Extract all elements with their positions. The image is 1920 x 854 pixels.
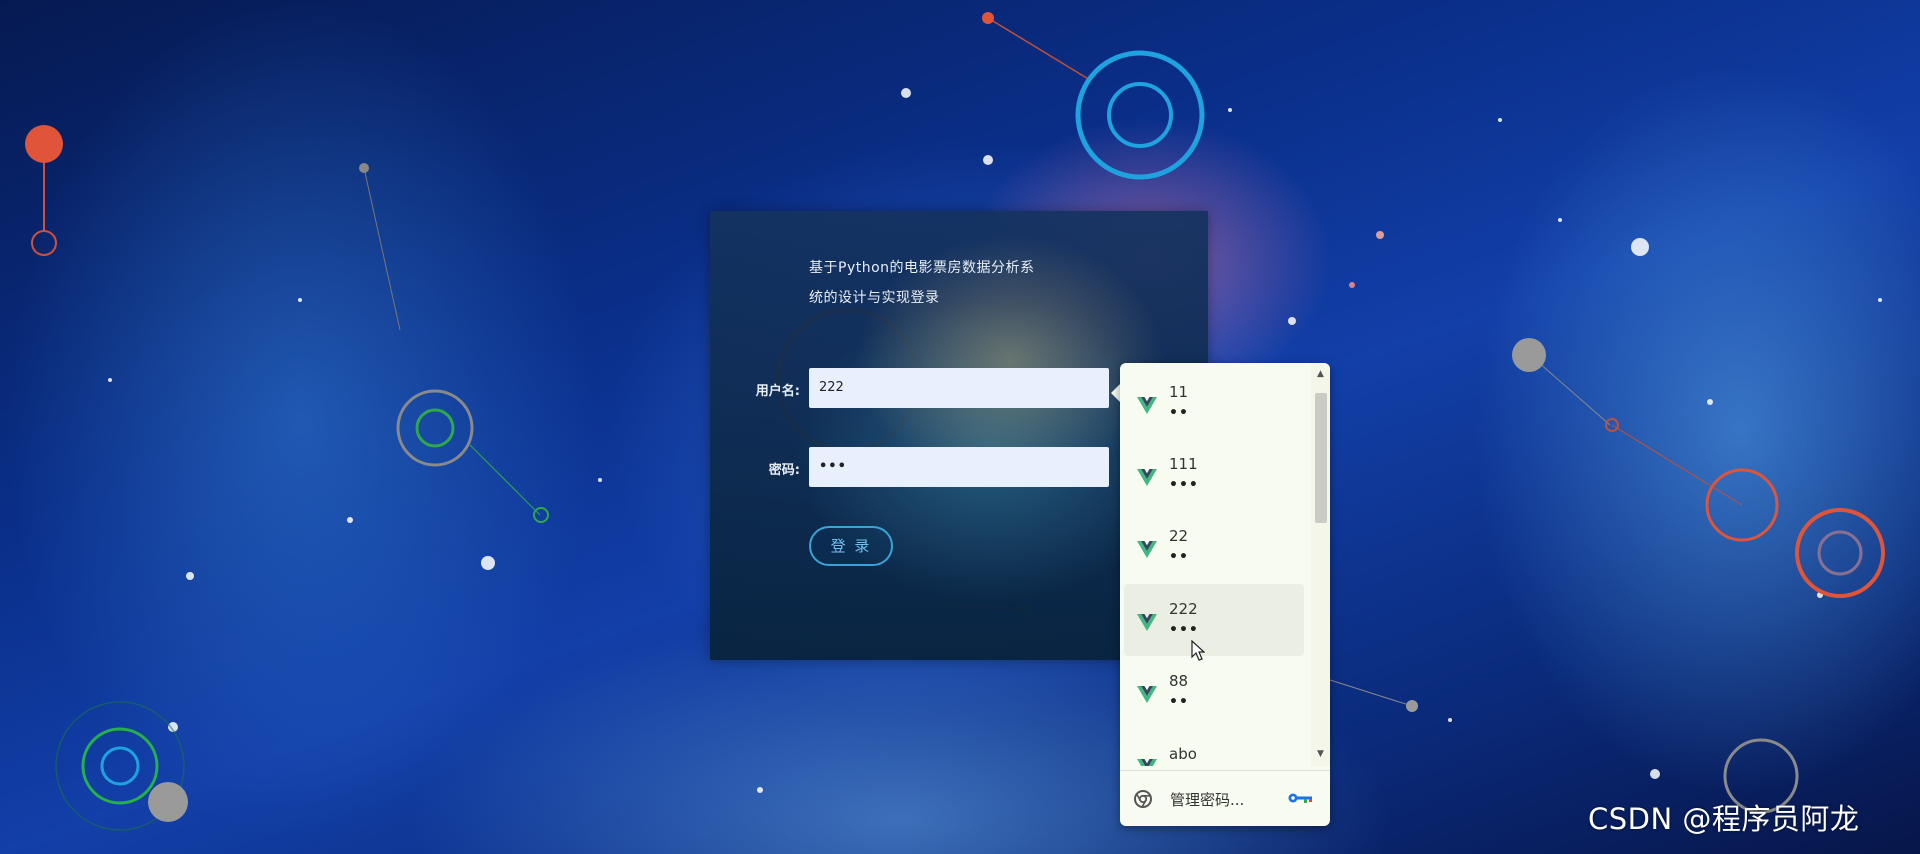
list-item-hovered[interactable]: 222 ••• <box>1124 584 1304 656</box>
list-item[interactable]: 111 ••• <box>1124 439 1304 511</box>
saved-username: 11 <box>1169 383 1189 401</box>
saved-username: 111 <box>1169 455 1198 473</box>
password-label: 密码: <box>768 463 800 478</box>
csdn-watermark: CSDN @程序员阿龙 <box>1588 802 1860 836</box>
saved-username: abo <box>1169 745 1197 763</box>
list-item[interactable]: 88 •• <box>1124 656 1304 728</box>
manage-passwords-row[interactable]: 管理密码... <box>1120 770 1330 826</box>
password-autofill-dropdown: 11 •• 111 ••• 22 •• 222 ••• 88 •• abo ▲ … <box>1120 363 1330 826</box>
chrome-icon <box>1134 790 1152 808</box>
key-icon <box>1288 793 1312 803</box>
username-label: 用户名: <box>755 384 800 399</box>
list-item[interactable]: abo <box>1124 729 1304 766</box>
saved-password-mask: ••• <box>1169 477 1199 493</box>
manage-passwords-label: 管理密码... <box>1170 791 1245 809</box>
vue-logo-icon <box>1137 397 1157 414</box>
page-title: 基于Python的电影票房数据分析系 统的设计与实现登录 <box>809 253 1064 313</box>
list-item[interactable]: 11 •• <box>1124 367 1304 439</box>
saved-username: 88 <box>1169 672 1189 690</box>
title-line-1: 基于Python的电影票房数据分析系 <box>809 260 1035 276</box>
dropdown-scrollbar[interactable]: ▲ ▼ <box>1311 363 1330 766</box>
saved-username: 22 <box>1169 527 1189 545</box>
scrollbar-thumb[interactable] <box>1315 393 1327 523</box>
saved-credentials-list: 11 •• 111 ••• 22 •• 222 ••• 88 •• abo <box>1120 363 1310 766</box>
vue-logo-icon <box>1137 686 1157 703</box>
scroll-down-icon[interactable]: ▼ <box>1311 747 1330 761</box>
scroll-up-icon[interactable]: ▲ <box>1311 367 1330 381</box>
saved-password-mask: •• <box>1169 549 1189 565</box>
vue-logo-icon <box>1137 469 1157 486</box>
list-item[interactable]: 22 •• <box>1124 511 1304 583</box>
saved-password-mask: •• <box>1169 694 1189 710</box>
password-input[interactable]: ••• <box>809 447 1109 487</box>
saved-password-mask: ••• <box>1169 622 1199 638</box>
vue-logo-icon <box>1137 759 1157 766</box>
saved-password-mask: •• <box>1169 405 1189 421</box>
username-input[interactable]: 222 <box>809 368 1109 408</box>
vue-logo-icon <box>1137 541 1157 558</box>
title-line-2: 统的设计与实现登录 <box>809 290 940 306</box>
login-button[interactable]: 登 录 <box>809 526 893 566</box>
mouse-cursor-icon <box>1191 640 1205 661</box>
saved-username: 222 <box>1169 600 1198 618</box>
vue-logo-icon <box>1137 614 1157 631</box>
